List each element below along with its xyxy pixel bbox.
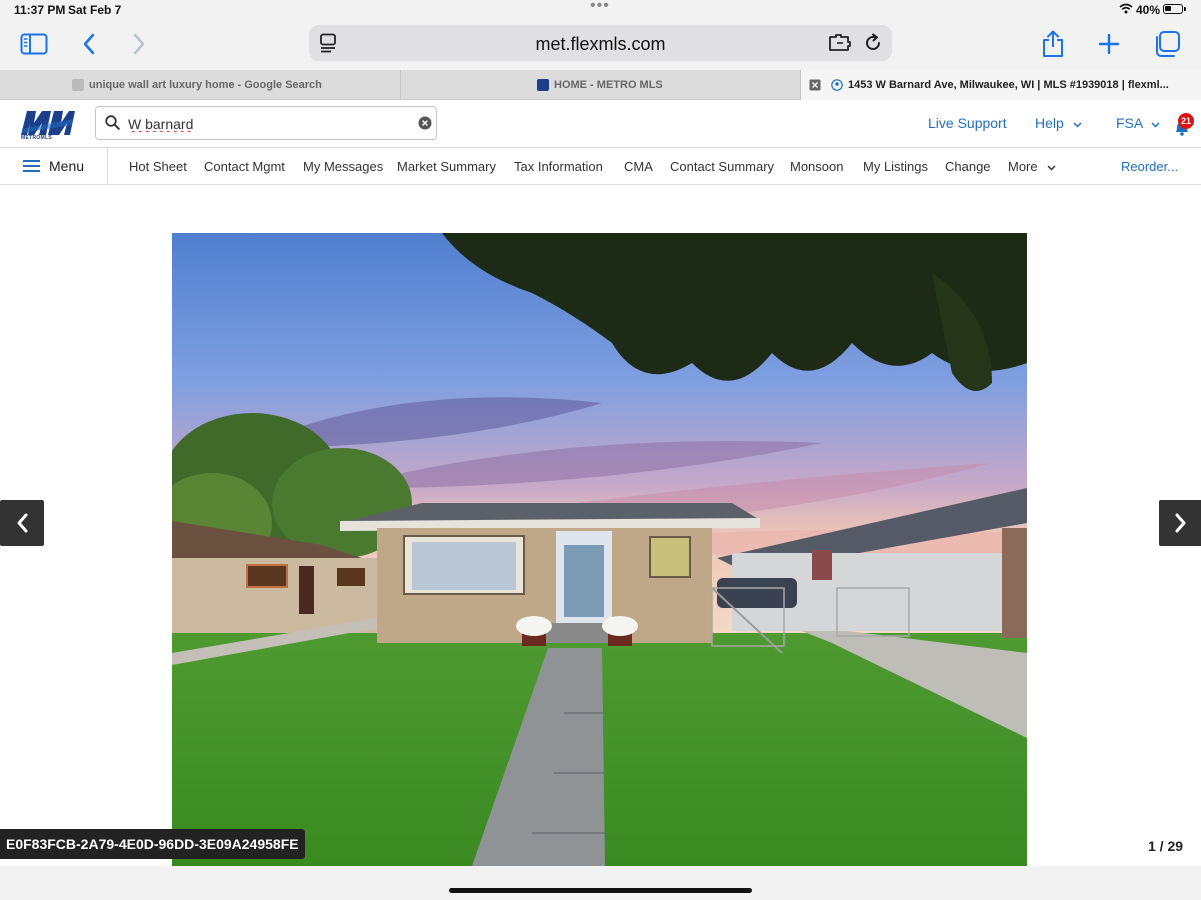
metromls-favicon xyxy=(537,79,549,91)
nav-contact-mgmt[interactable]: Contact Mgmt xyxy=(204,159,285,174)
nav-more[interactable]: More xyxy=(1008,159,1056,174)
wifi-icon xyxy=(1119,3,1133,17)
menu-button[interactable]: Menu xyxy=(0,148,108,184)
nav-change[interactable]: Change xyxy=(945,159,991,174)
status-time: 11:37 PM xyxy=(14,3,66,17)
nav-market-summary[interactable]: Market Summary xyxy=(397,159,496,174)
battery-icon xyxy=(1163,4,1183,14)
app-header: METROMLS Live Support Help FSA 21 xyxy=(0,100,1201,148)
tab-title: unique wall art luxury home - Google Sea… xyxy=(89,79,322,91)
address-bar[interactable]: met.flexmls.com xyxy=(309,25,892,61)
house-photo-image xyxy=(172,233,1027,866)
chevron-down-icon xyxy=(1151,115,1160,131)
tab-listing[interactable]: 1453 W Barnard Ave, Milwaukee, WI | MLS … xyxy=(801,70,1201,100)
listing-photo[interactable] xyxy=(172,233,1027,866)
help-menu[interactable]: Help xyxy=(1035,115,1082,131)
battery-cap xyxy=(1184,7,1186,11)
reload-icon[interactable] xyxy=(861,32,885,54)
back-icon[interactable] xyxy=(78,30,100,58)
share-icon[interactable] xyxy=(1039,28,1067,60)
forward-icon[interactable] xyxy=(128,30,150,58)
extension-icon[interactable] xyxy=(827,32,853,54)
search-box[interactable] xyxy=(95,106,437,140)
clear-search-icon[interactable] xyxy=(418,116,432,135)
home-indicator[interactable] xyxy=(449,888,752,893)
prev-photo-button[interactable] xyxy=(0,500,44,546)
search-icon xyxy=(105,115,120,135)
live-support-link[interactable]: Live Support xyxy=(928,115,1007,131)
logo-text: METROMLS xyxy=(21,135,53,141)
status-bar: 11:37 PM Sat Feb 7 ••• 40% xyxy=(0,0,1201,20)
tab-google-search[interactable]: unique wall art luxury home - Google Sea… xyxy=(0,70,400,100)
nav-hot-sheet[interactable]: Hot Sheet xyxy=(129,159,187,174)
nav-contact-summary[interactable]: Contact Summary xyxy=(670,159,774,174)
nav-monsoon[interactable]: Monsoon xyxy=(790,159,843,174)
user-label: FSA xyxy=(1116,115,1143,131)
nav-my-listings[interactable]: My Listings xyxy=(863,159,928,174)
nav-my-messages[interactable]: My Messages xyxy=(303,159,383,174)
user-menu[interactable]: FSA xyxy=(1116,115,1160,131)
menu-label: Menu xyxy=(49,158,85,174)
chevron-right-icon xyxy=(1175,513,1186,533)
notification-badge: 21 xyxy=(1178,113,1194,129)
location-favicon xyxy=(831,79,843,91)
chevron-down-icon xyxy=(1073,115,1082,131)
tab-title: 1453 W Barnard Ave, Milwaukee, WI | MLS … xyxy=(848,79,1169,91)
google-favicon xyxy=(72,79,84,91)
sidebar-icon[interactable] xyxy=(18,30,50,58)
chevron-left-icon xyxy=(17,513,28,533)
new-tab-icon[interactable] xyxy=(1096,30,1122,58)
bottom-bar xyxy=(0,866,1201,900)
main-nav: Menu Hot Sheet Contact Mgmt My Messages … xyxy=(0,148,1201,185)
help-label: Help xyxy=(1035,115,1064,131)
metromls-logo[interactable]: METROMLS xyxy=(20,105,76,143)
multitasking-dots[interactable]: ••• xyxy=(590,0,610,15)
tabs-overview-icon[interactable] xyxy=(1152,29,1182,59)
search-input[interactable] xyxy=(126,113,410,135)
status-date: Sat Feb 7 xyxy=(68,3,122,17)
more-label: More xyxy=(1008,159,1038,174)
battery-percent: 40% xyxy=(1136,3,1161,17)
tab-strip: unique wall art luxury home - Google Sea… xyxy=(0,70,1201,100)
tab-home-metro-mls[interactable]: HOME - METRO MLS xyxy=(401,70,800,100)
nav-tax-information[interactable]: Tax Information xyxy=(514,159,603,174)
url-text: met.flexmls.com xyxy=(535,34,666,54)
nav-cma[interactable]: CMA xyxy=(624,159,653,174)
chevron-down-icon xyxy=(1047,159,1056,174)
browser-toolbar: met.flexmls.com xyxy=(0,20,1201,70)
close-tab-icon[interactable] xyxy=(809,79,821,91)
reorder-link[interactable]: Reorder... xyxy=(1121,159,1178,174)
photo-counter: 1 / 29 xyxy=(1148,838,1184,854)
tab-title: HOME - METRO MLS xyxy=(554,79,663,91)
hamburger-icon xyxy=(23,159,40,178)
next-photo-button[interactable] xyxy=(1159,500,1201,546)
image-code-label: E0F83FCB-2A79-4E0D-96DD-3E09A24958FE xyxy=(0,829,305,859)
